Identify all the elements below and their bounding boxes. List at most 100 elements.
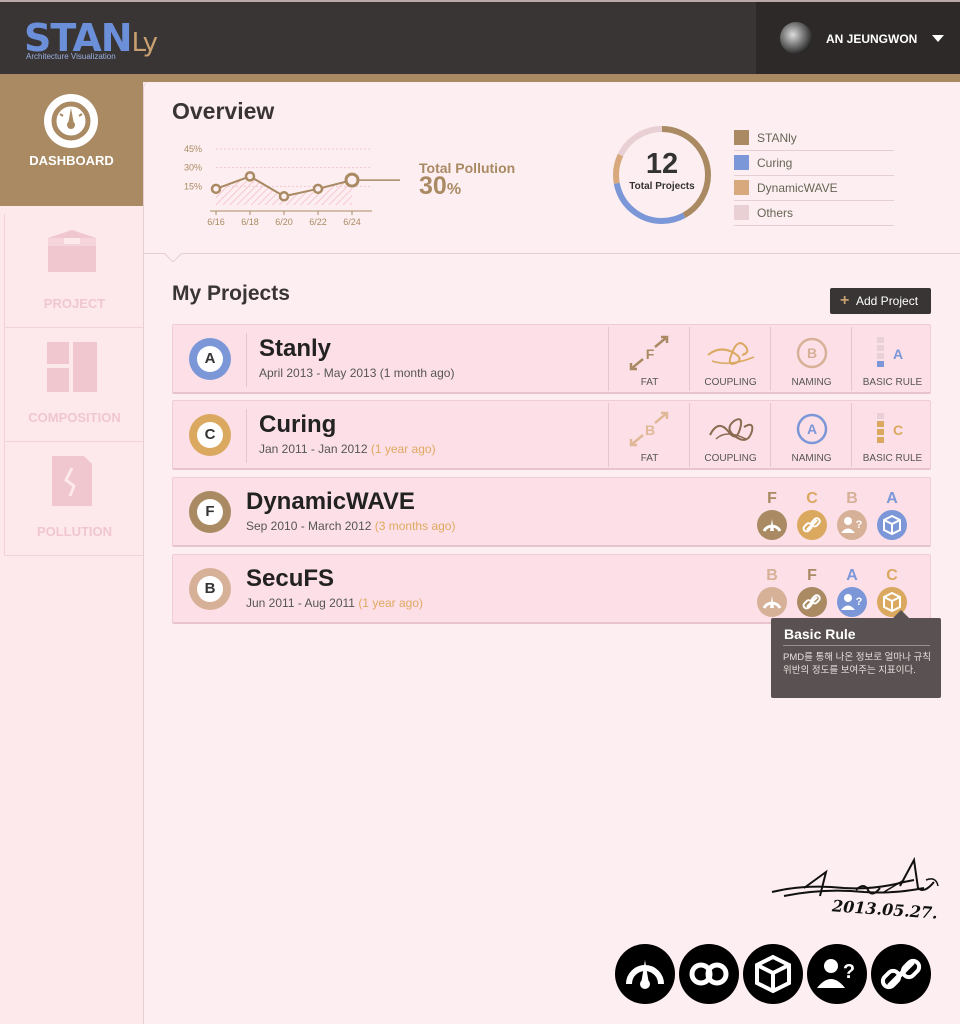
legend-item-dynamicwave: DynamicWAVE xyxy=(734,176,894,201)
sidebar-item-project[interactable]: PROJECT xyxy=(4,214,143,328)
data-point xyxy=(210,183,222,195)
metric-badges: B F A ? C xyxy=(756,567,916,619)
badge-naming[interactable]: B ? xyxy=(836,490,868,542)
cube-icon[interactable] xyxy=(743,944,803,1004)
legend-label: Others xyxy=(757,206,794,220)
naming-circle-icon: B xyxy=(796,337,828,369)
metric-fat[interactable]: F FAT xyxy=(608,327,689,391)
metric-naming[interactable]: A NAMING xyxy=(770,403,851,467)
project-date: Jan 2011 - Jan 2012 (1 year ago) xyxy=(259,442,436,456)
project-date-ago: (1 year ago) xyxy=(370,442,436,456)
metric-grade: B xyxy=(807,345,817,361)
user-question-icon[interactable]: ? xyxy=(807,944,867,1004)
svg-text:?: ? xyxy=(856,519,863,531)
project-name: Curing xyxy=(259,411,337,438)
data-point xyxy=(312,183,324,195)
project-card-secufs[interactable]: B SecuFS Jun 2011 - Aug 2011 (1 year ago… xyxy=(172,554,931,624)
total-projects-count: 12 xyxy=(645,148,679,180)
badge-grade: C xyxy=(806,490,818,507)
project-date-range: Jun 2011 - Aug 2011 xyxy=(246,596,359,610)
infinity-icon[interactable] xyxy=(679,944,739,1004)
legend-swatch xyxy=(734,180,749,195)
x-tick-label: 6/22 xyxy=(309,217,327,227)
fat-arrows-icon: F xyxy=(629,335,669,371)
project-date-range: April 2013 - May 2013 (1 month ago) xyxy=(259,366,455,380)
badge-naming[interactable]: A ? xyxy=(836,567,868,619)
sidebar-item-label: PROJECT xyxy=(43,296,106,311)
user-question-icon: ? xyxy=(837,587,867,617)
pollution-number: 30 xyxy=(419,172,447,200)
tooltip-body: PMD를 통해 나온 정보로 얼마나 규칙 위반의 정도를 보여주는 지표이다. xyxy=(783,652,931,676)
metric-label: FAT xyxy=(640,377,659,388)
section-divider xyxy=(144,253,960,254)
data-point xyxy=(244,171,256,182)
project-card-dynamicwave[interactable]: F DynamicWAVE Sep 2010 - March 2012 (3 m… xyxy=(172,477,931,547)
chevron-down-icon[interactable] xyxy=(932,35,944,42)
metric-label: NAMING xyxy=(791,377,832,388)
basic-rule-tooltip: Basic Rule PMD를 통해 나온 정보로 얼마나 규칙 위반의 정도를… xyxy=(771,610,941,698)
add-project-button[interactable]: + Add Project xyxy=(830,288,931,314)
y-tick-label: 15% xyxy=(184,181,202,191)
dashboard-gauge-icon xyxy=(44,94,98,148)
legend-label: Curing xyxy=(757,156,793,170)
data-point xyxy=(344,172,360,188)
project-name: DynamicWAVE xyxy=(246,488,415,515)
broken-link-icon xyxy=(797,587,827,617)
badge-grade: B xyxy=(766,567,778,584)
metric-grade: F xyxy=(646,346,655,362)
badge-grade: B xyxy=(846,490,858,507)
project-date-range: Jan 2011 - Jan 2012 xyxy=(259,442,371,456)
legend-swatch xyxy=(734,130,749,145)
main-content: Overview 45% 30% 15% 6/16 6/18 6/20 6/22 6/24 T… xyxy=(143,82,960,1024)
sidebar-item-dashboard[interactable]: DASHBOARD xyxy=(0,74,143,206)
my-projects-title: My Projects xyxy=(172,282,290,305)
badge-grade: A xyxy=(886,490,898,507)
svg-text:?: ? xyxy=(843,961,855,983)
gauge-icon[interactable] xyxy=(615,944,675,1004)
metric-basic-rule[interactable]: A BASIC RULE xyxy=(851,327,932,391)
user-menu[interactable]: AN JEUNGWON xyxy=(756,2,960,74)
sidebar-item-composition[interactable]: COMPOSITION xyxy=(4,328,143,442)
legend-item-others: Others xyxy=(734,201,894,226)
metric-fat[interactable]: B FAT xyxy=(608,403,689,467)
badge-fat[interactable]: F xyxy=(756,490,788,542)
legend-label: DynamicWAVE xyxy=(757,181,838,195)
badge-coupling[interactable]: C xyxy=(796,490,828,542)
badge-basic-rule[interactable]: A xyxy=(876,490,908,542)
badge-grade: F xyxy=(767,490,777,507)
legend-swatch xyxy=(734,205,749,220)
logo-suffix: Ly xyxy=(131,28,158,58)
tooltip-divider xyxy=(783,645,930,646)
metric-coupling[interactable]: COUPLING xyxy=(689,403,770,467)
project-date-ago: (1 year ago) xyxy=(358,596,424,610)
grade-letter: B xyxy=(197,576,223,602)
metric-naming[interactable]: B NAMING xyxy=(770,327,851,391)
legend-label: STANly xyxy=(757,131,797,145)
composition-layout-icon xyxy=(46,340,98,392)
project-card-stanly[interactable]: A Stanly April 2013 - May 2013 (1 month … xyxy=(172,324,931,394)
app-logo[interactable]: STANLy Architecture Visualization xyxy=(24,18,158,62)
sidebar-item-pollution[interactable]: POLLUTION xyxy=(4,442,143,556)
grade-badge: A xyxy=(189,338,231,380)
badge-fat[interactable]: B xyxy=(756,567,788,619)
badge-grade: F xyxy=(807,567,817,584)
svg-text:?: ? xyxy=(856,596,863,608)
x-tick-label: 6/18 xyxy=(241,217,259,227)
metric-coupling[interactable]: COUPLING xyxy=(689,327,770,391)
accent-bar xyxy=(0,74,960,82)
grade-badge: B xyxy=(189,568,231,610)
x-tick-label: 6/24 xyxy=(343,217,361,227)
overview-title: Overview xyxy=(172,98,275,124)
basic-rule-bars-icon: A xyxy=(877,337,903,367)
project-box-icon xyxy=(46,226,98,278)
data-point xyxy=(278,191,290,202)
legend-swatch xyxy=(734,155,749,170)
project-card-curing[interactable]: C Curing Jan 2011 - Jan 2012 (1 year ago… xyxy=(172,400,931,470)
card-separator xyxy=(246,333,247,387)
fat-arrows-icon: B xyxy=(629,411,669,447)
broken-link-icon[interactable] xyxy=(871,944,931,1004)
metric-basic-rule[interactable]: C BASIC RULE xyxy=(851,403,932,467)
badge-coupling[interactable]: F xyxy=(796,567,828,619)
pollution-unit: % xyxy=(446,181,462,198)
broken-link-icon xyxy=(797,510,827,540)
